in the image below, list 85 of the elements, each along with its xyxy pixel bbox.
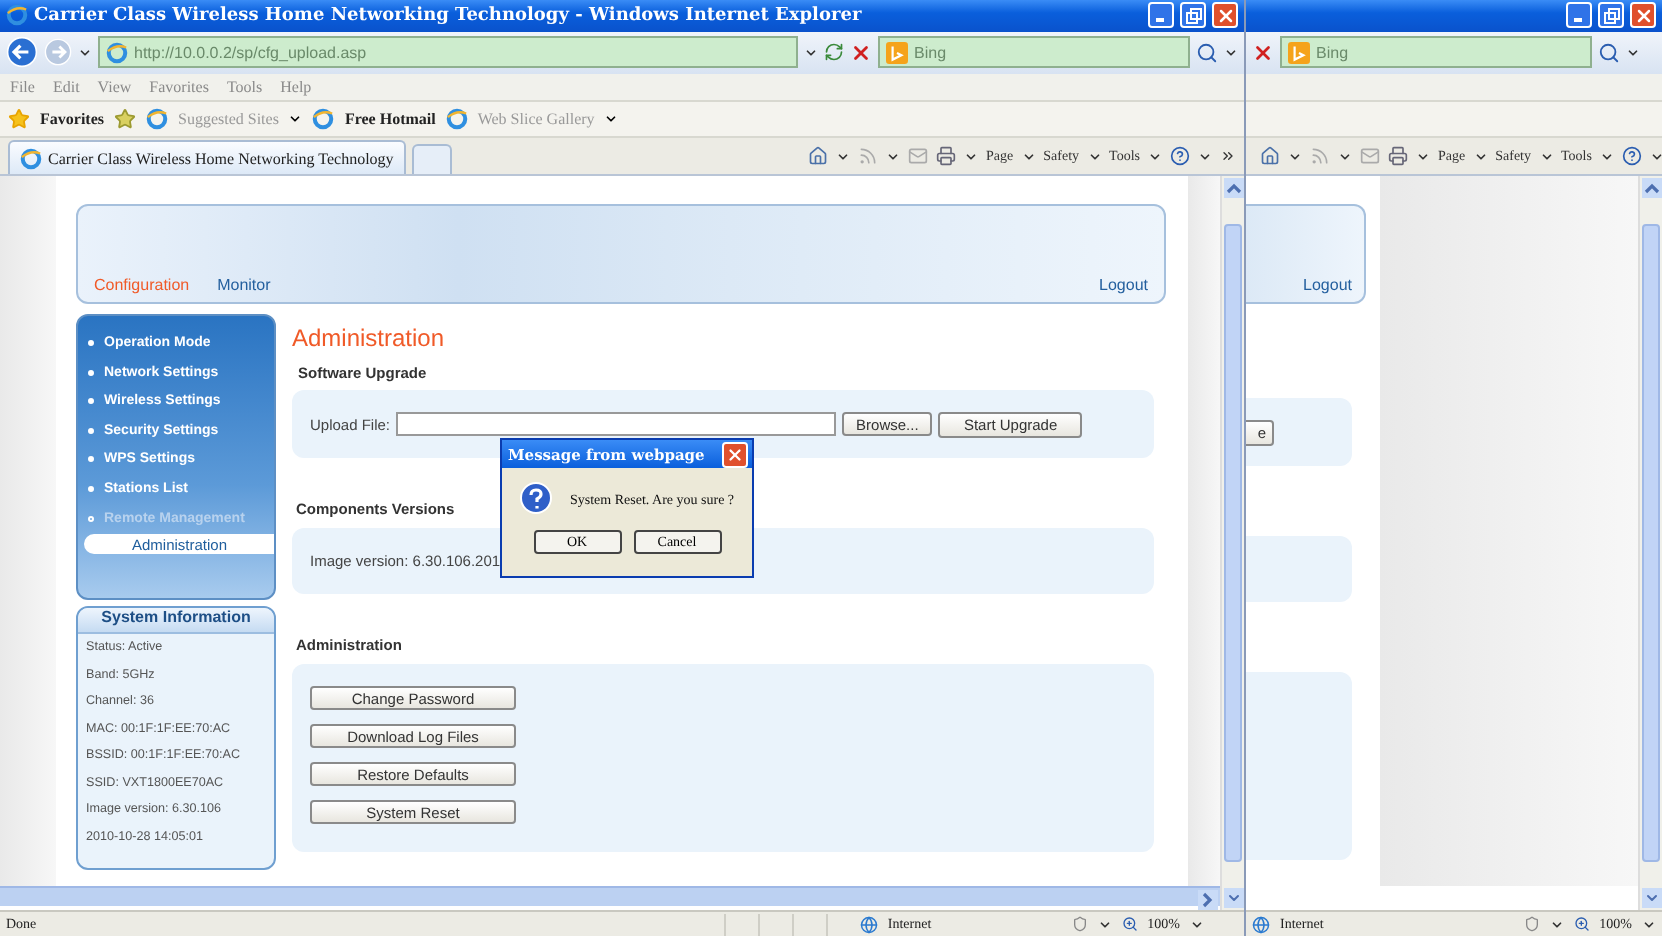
favorites-link[interactable]: Free Hotmail [344, 109, 436, 128]
protected-mode-icon[interactable] [1523, 916, 1540, 933]
menu-item[interactable]: View [97, 78, 132, 97]
browser-icon [106, 41, 128, 64]
close-button[interactable] [1212, 2, 1238, 29]
caret-icon [1148, 149, 1162, 164]
browser-icon [6, 4, 28, 27]
add-favorite-icon[interactable] [114, 107, 136, 130]
caret-icon [964, 149, 979, 164]
caret-icon [886, 149, 901, 164]
search-icon[interactable] [1598, 41, 1620, 64]
refresh-icon[interactable] [824, 42, 844, 63]
restore-icon [1185, 7, 1201, 24]
caret-icon [78, 45, 92, 60]
caret-icon [1416, 149, 1430, 164]
print-icon[interactable] [936, 146, 957, 167]
caret-icon [1224, 45, 1238, 60]
horizontal-scrollbar[interactable] [0, 886, 1220, 907]
browser-icon [445, 107, 468, 130]
panel-title: System Information [78, 608, 274, 635]
logout-link[interactable]: Logout [1099, 276, 1148, 295]
more-icon[interactable] [1220, 148, 1236, 165]
close-icon [1215, 5, 1235, 26]
search-icon[interactable] [1196, 41, 1218, 64]
browser-icon [146, 107, 168, 130]
nav-tab[interactable]: Monitor [217, 276, 271, 295]
protected-mode-icon[interactable] [1071, 916, 1088, 933]
stop-icon[interactable] [850, 41, 872, 64]
caret-icon [1087, 149, 1102, 164]
zoom-icon[interactable] [1121, 916, 1138, 933]
menu-item[interactable]: File [10, 78, 35, 97]
caret-icon [1198, 149, 1212, 164]
menu-item[interactable]: Help [280, 78, 312, 97]
file-input[interactable] [396, 412, 837, 437]
window-title: Carrier Class Wireless Home Networking Technology - Windows Internet Explorer [34, 5, 864, 26]
question-icon [518, 482, 554, 518]
caret-icon [1599, 149, 1614, 164]
home-icon[interactable] [808, 146, 829, 167]
search-engine-icon [886, 41, 908, 64]
restore-button[interactable] [1180, 2, 1206, 29]
restore-button[interactable] [1598, 2, 1624, 29]
caret-icon [1549, 917, 1564, 932]
logout-link[interactable]: Logout [1303, 276, 1352, 295]
caret-icon [1021, 149, 1036, 164]
close-button[interactable] [722, 441, 748, 467]
close-icon [726, 445, 744, 463]
minimize-button[interactable] [1148, 2, 1174, 29]
minimize-button[interactable] [1566, 2, 1592, 29]
home-icon[interactable] [1260, 146, 1280, 167]
menu-item[interactable]: Edit [52, 78, 80, 97]
favorites-star-icon[interactable] [8, 107, 30, 130]
page-heading: Administration [292, 324, 447, 353]
close-icon [1633, 5, 1653, 26]
globe-icon [859, 915, 878, 934]
caret-icon [1338, 149, 1352, 164]
menu-item[interactable]: Favorites [149, 78, 209, 97]
favorites-button[interactable]: Favorites [40, 109, 104, 128]
browser-icon [312, 107, 335, 130]
globe-icon [1252, 915, 1270, 934]
zoom-icon[interactable] [1573, 916, 1590, 933]
caret-icon [1649, 149, 1662, 164]
browser-tab[interactable]: Carrier Class Wireless Home Networking Technology [8, 140, 406, 175]
caret-icon [1288, 149, 1302, 164]
caret-icon [1626, 45, 1640, 60]
print-icon[interactable] [1388, 146, 1408, 167]
help-icon[interactable] [1621, 146, 1642, 167]
caret-icon [1473, 149, 1488, 164]
caret-icon [1539, 149, 1553, 164]
vertical-scrollbar[interactable] [1220, 176, 1244, 911]
section-panel [1246, 536, 1352, 603]
caret-icon [1190, 917, 1204, 932]
address-field[interactable]: http://10.0.0.2/sp/cfg_upload.asp [98, 36, 798, 69]
caret-icon [804, 45, 818, 60]
help-icon[interactable] [1170, 146, 1190, 167]
stop-icon[interactable] [1252, 41, 1274, 64]
restore-icon [1603, 7, 1619, 24]
browser-icon [20, 147, 42, 170]
close-button[interactable] [1630, 2, 1656, 29]
caret-icon [1642, 917, 1656, 932]
caret-icon [836, 149, 851, 164]
caret-icon [1097, 917, 1112, 932]
vertical-scrollbar[interactable] [1638, 176, 1662, 911]
menu-item[interactable]: Tools [226, 78, 263, 97]
search-engine-icon [1288, 41, 1310, 64]
back-icon[interactable] [6, 36, 38, 69]
